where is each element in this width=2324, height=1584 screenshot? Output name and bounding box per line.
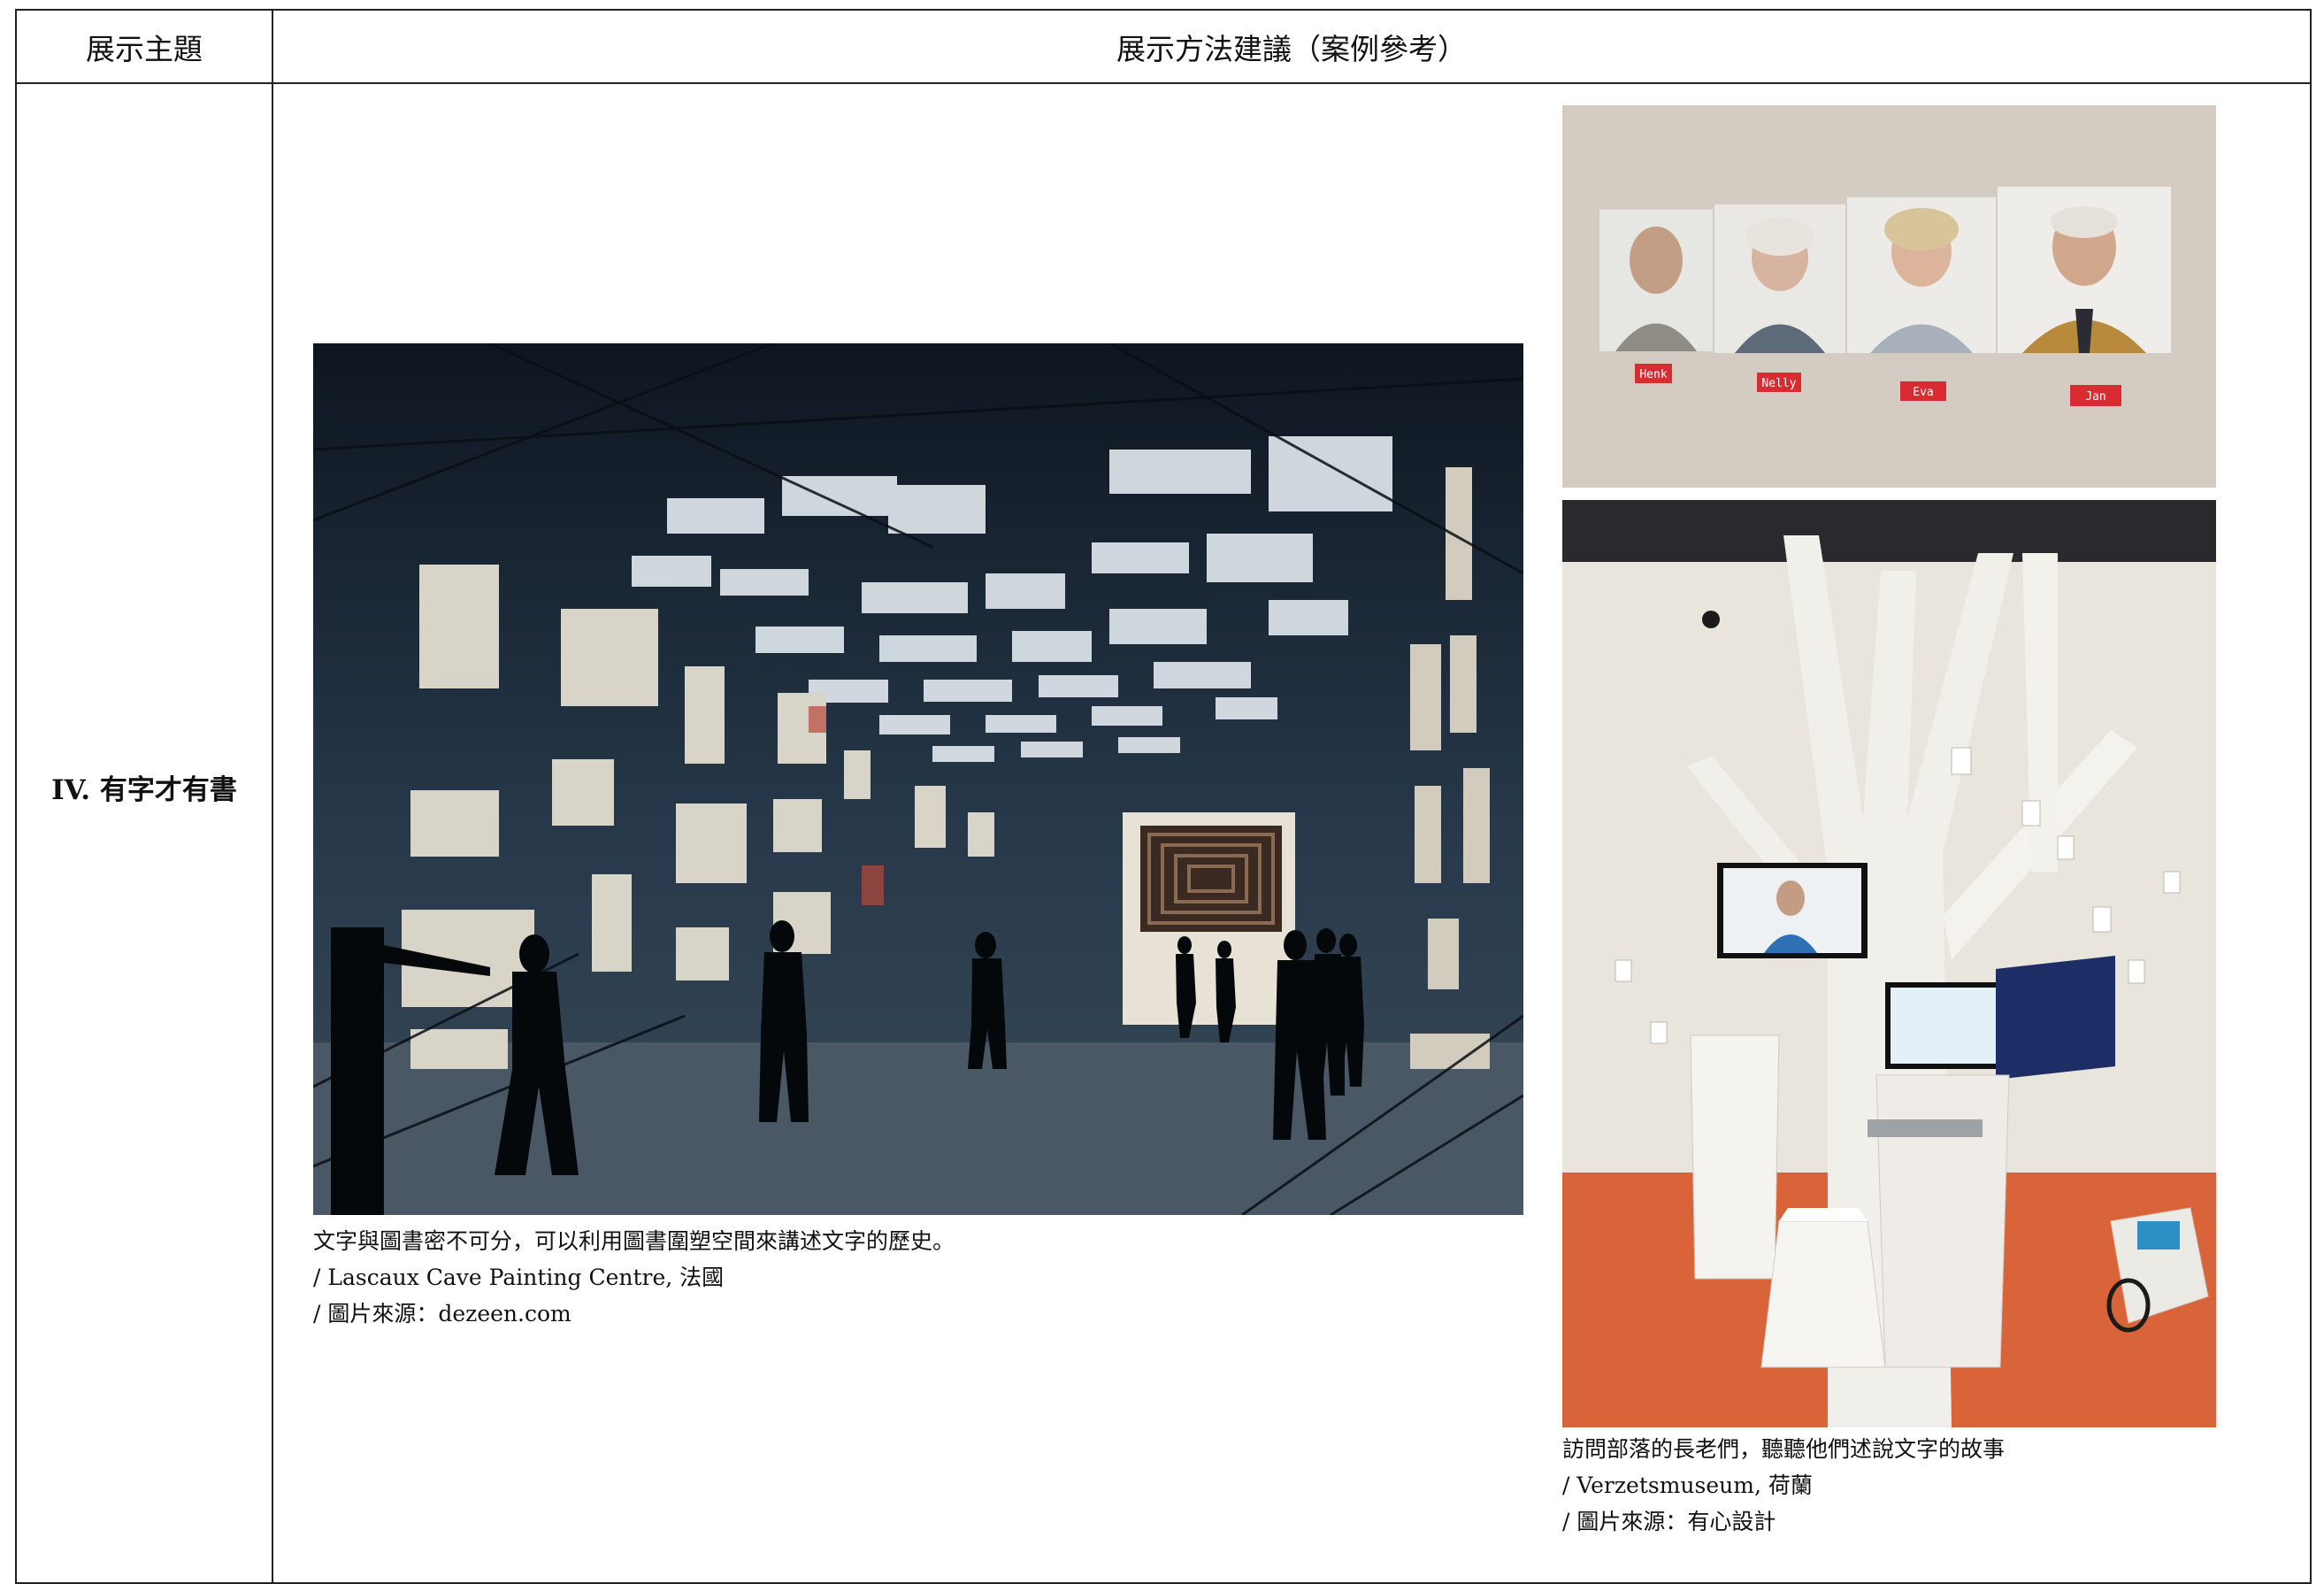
portrait-name-tag: Henk xyxy=(1639,368,1667,381)
column-divider xyxy=(272,11,273,1582)
verzetsmuseum-tree-photo xyxy=(1562,500,2216,1427)
header-method: 展示方法建議（案例參考） xyxy=(1116,31,1467,66)
portrait-name-tag: Eva xyxy=(1913,386,1933,399)
portrait-name-tag: Nelly xyxy=(1761,377,1796,390)
caption-line: 文字與圖書密不可分，可以利用圖書圍塑空間來講述文字的歷史。 xyxy=(313,1228,955,1254)
verzetsmuseum-caption: 訪問部落的長老們，聽聽他們述說文字的故事 / Verzetsmuseum, 荷蘭… xyxy=(1562,1431,2005,1540)
row-theme: IV. 有字才有書 xyxy=(51,774,237,806)
caption-line: / Verzetsmuseum, 荷蘭 xyxy=(1562,1473,1813,1498)
lascaux-exhibit-photo xyxy=(313,343,1523,1215)
header-theme: 展示主題 xyxy=(86,31,203,66)
lascaux-caption: 文字與圖書密不可分，可以利用圖書圍塑空間來講述文字的歷史。 / Lascaux … xyxy=(313,1223,955,1332)
caption-line: 訪問部落的長老們，聽聽他們述說文字的故事 xyxy=(1562,1436,2006,1462)
portrait-name-tag: Jan xyxy=(2085,390,2105,404)
caption-line: / 圖片來源：有心設計 xyxy=(1562,1509,1776,1534)
table-header-row: 展示主題 展示方法建議（案例參考） xyxy=(17,11,2310,84)
elder-portraits-photo: Henk Nelly Eva Jan xyxy=(1562,105,2216,488)
caption-line: / 圖片來源：dezeen.com xyxy=(313,1301,571,1326)
caption-line: / Lascaux Cave Painting Centre, 法國 xyxy=(313,1265,725,1290)
